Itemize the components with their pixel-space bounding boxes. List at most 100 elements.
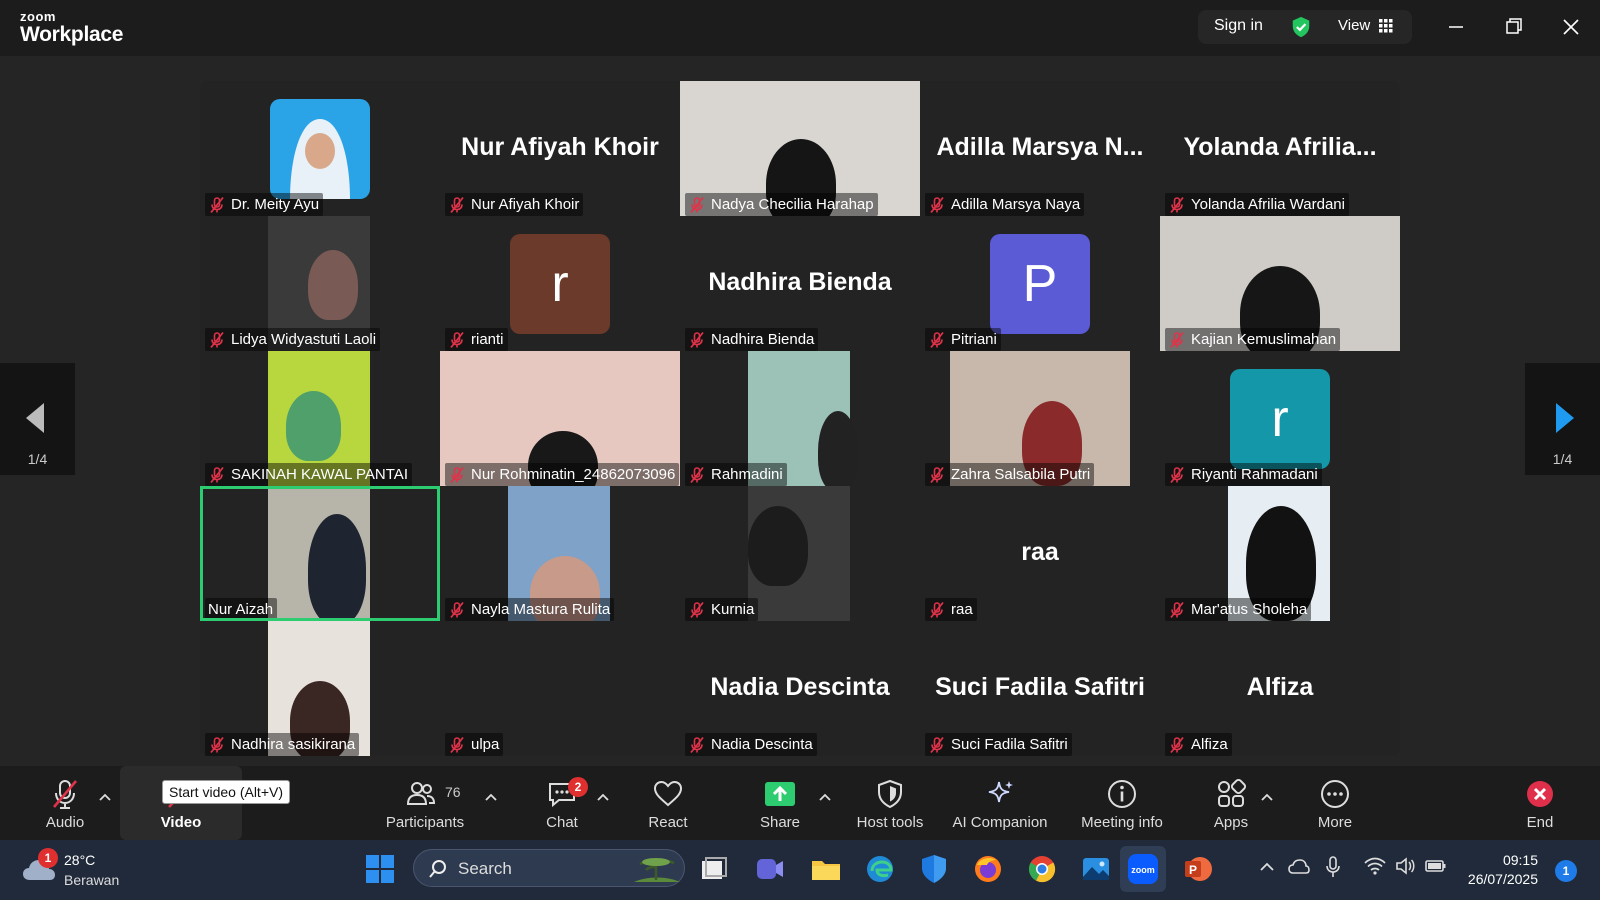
participant-name: rianti: [471, 331, 504, 348]
onedrive-cloud-icon[interactable]: [1288, 857, 1310, 877]
powerpoint-icon[interactable]: P: [1182, 853, 1214, 885]
clock-time[interactable]: 09:15: [1464, 852, 1538, 868]
shield-check-icon[interactable]: [1290, 16, 1312, 38]
participant-tile[interactable]: Nadhira sasikirana: [200, 621, 440, 756]
participant-tile[interactable]: raa raa: [920, 486, 1160, 621]
participant-tile[interactable]: Nadia Descinta Nadia Descinta: [680, 621, 920, 756]
participant-name: Nadhira sasikirana: [231, 736, 356, 753]
chrome-icon[interactable]: [1026, 853, 1058, 885]
meet-app-icon[interactable]: [754, 853, 786, 885]
participant-tile[interactable]: Alfiza Alfiza: [1160, 621, 1400, 756]
search-placeholder: Search: [458, 859, 512, 878]
zoom-app-icon[interactable]: zoom: [1127, 853, 1159, 885]
participant-name: Riyanti Rahmadani: [1191, 466, 1318, 483]
participant-name: Nayla Mastura Rulita: [471, 601, 611, 618]
defender-shield-icon[interactable]: [918, 853, 950, 885]
mic-muted-icon: [930, 601, 944, 618]
view-button[interactable]: View: [1338, 17, 1370, 34]
search-highlight-icon: [634, 858, 680, 882]
host-tools-button[interactable]: Host tools: [850, 766, 930, 840]
participant-tile[interactable]: r Riyanti Rahmadani: [1160, 351, 1400, 486]
participant-tile[interactable]: Suci Fadila Safitri Suci Fadila Safitri: [920, 621, 1160, 756]
participant-tile[interactable]: Adilla Marsya N... Adilla Marsya Naya: [920, 81, 1160, 216]
participant-tile[interactable]: Nadhira Bienda Nadhira Bienda: [680, 216, 920, 351]
logo-top-text: zoom: [20, 9, 56, 24]
participant-name-tag: Kurnia: [685, 598, 759, 621]
restore-icon[interactable]: [1501, 14, 1527, 40]
tray-microphone-icon[interactable]: [1325, 856, 1341, 878]
task-view-icon[interactable]: [698, 853, 730, 885]
sign-in-button[interactable]: Sign in: [1214, 17, 1263, 35]
clock-date[interactable]: 26/07/2025: [1464, 871, 1538, 887]
participant-name-tag: Nur Rohminatin_24862073096: [445, 463, 680, 486]
mic-muted-icon: [690, 466, 704, 483]
participant-tile[interactable]: Zahra Salsabila Putri: [920, 351, 1160, 486]
participant-name: Mar'atus Sholeha: [1191, 601, 1308, 618]
participant-tile[interactable]: Nur Rohminatin_24862073096: [440, 351, 680, 486]
participant-display-name: Nur Afiyah Khoir: [461, 133, 659, 161]
participant-tile[interactable]: Nayla Mastura Rulita: [440, 486, 680, 621]
close-icon[interactable]: [1558, 14, 1584, 40]
firefox-icon[interactable]: [972, 853, 1004, 885]
participant-tile[interactable]: SAKINAH KAWAL PANTAI: [200, 351, 440, 486]
participant-tile[interactable]: Rahmadini: [680, 351, 920, 486]
file-explorer-icon[interactable]: [810, 853, 842, 885]
participants-button[interactable]: 76 Participants: [375, 766, 475, 840]
ai-companion-button[interactable]: AI Companion: [945, 766, 1055, 840]
participant-name-tag: rianti: [445, 328, 508, 351]
participant-name-tag: Pitriani: [925, 328, 1001, 351]
battery-icon[interactable]: [1425, 856, 1447, 876]
share-button[interactable]: Share: [750, 766, 810, 840]
end-meeting-button[interactable]: End: [1515, 766, 1565, 840]
grid-icon[interactable]: [1379, 19, 1393, 33]
participant-tile[interactable]: Kajian Kemuslimahan: [1160, 216, 1400, 351]
mic-muted-icon: [690, 601, 704, 618]
react-button[interactable]: React: [640, 766, 696, 840]
mic-muted-icon: [690, 736, 704, 753]
meeting-info-button[interactable]: Meeting info: [1072, 766, 1172, 840]
participant-tile[interactable]: P Pitriani: [920, 216, 1160, 351]
participants-options-caret-icon[interactable]: [485, 792, 497, 802]
participant-tile[interactable]: Nadya Checilia Harahap: [680, 81, 920, 216]
participant-tile[interactable]: Nur Afiyah Khoir Nur Afiyah Khoir: [440, 81, 680, 216]
minimize-icon[interactable]: [1443, 14, 1469, 40]
taskbar-search[interactable]: Search: [413, 849, 685, 887]
notification-badge[interactable]: 1: [1555, 860, 1577, 882]
chat-button[interactable]: 2 Chat: [530, 766, 594, 840]
participant-tile[interactable]: Dr. Meity Ayu: [200, 81, 440, 216]
mic-muted-icon: [1170, 331, 1184, 348]
photos-app-icon[interactable]: [1080, 853, 1112, 885]
tray-overflow-chevron-icon[interactable]: [1260, 862, 1274, 872]
participant-name: Nur Afiyah Khoir: [471, 196, 580, 213]
mic-muted-icon: [210, 466, 224, 483]
mic-muted-icon: [1170, 736, 1184, 753]
participant-tile[interactable]: Kurnia: [680, 486, 920, 621]
participant-tile[interactable]: Yolanda Afrilia... Yolanda Afrilia Wardan…: [1160, 81, 1400, 216]
microphone-muted-icon: [53, 780, 77, 809]
audio-options-caret-icon[interactable]: [99, 792, 111, 802]
next-page-button[interactable]: 1/4: [1525, 363, 1600, 475]
share-options-caret-icon[interactable]: [819, 792, 831, 802]
participant-tile[interactable]: Mar'atus Sholeha: [1160, 486, 1400, 621]
participant-name-tag: SAKINAH KAWAL PANTAI: [205, 463, 412, 486]
profile-photo: [270, 99, 370, 199]
chat-options-caret-icon[interactable]: [597, 792, 609, 802]
volume-icon[interactable]: [1395, 857, 1415, 875]
search-icon: [429, 860, 446, 878]
participant-tile[interactable]: Nur Aizah: [200, 486, 440, 621]
host-tools-label: Host tools: [856, 814, 924, 831]
audio-button[interactable]: Audio: [40, 766, 90, 840]
mic-muted-icon: [450, 466, 464, 483]
more-button[interactable]: More: [1305, 766, 1365, 840]
apps-button[interactable]: Apps: [1200, 766, 1262, 840]
apps-options-caret-icon[interactable]: [1261, 792, 1273, 802]
participant-tile[interactable]: Lidya Widyastuti Laoli: [200, 216, 440, 351]
edge-browser-icon[interactable]: [864, 853, 896, 885]
wifi-icon[interactable]: [1364, 857, 1386, 875]
participant-name-tag: Lidya Widyastuti Laoli: [205, 328, 381, 351]
windows-start-icon[interactable]: [364, 853, 396, 885]
participant-tile[interactable]: ulpa: [440, 621, 680, 756]
prev-page-button[interactable]: 1/4: [0, 363, 75, 475]
participant-tile[interactable]: r rianti: [440, 216, 680, 351]
participants-label: Participants: [385, 814, 465, 831]
